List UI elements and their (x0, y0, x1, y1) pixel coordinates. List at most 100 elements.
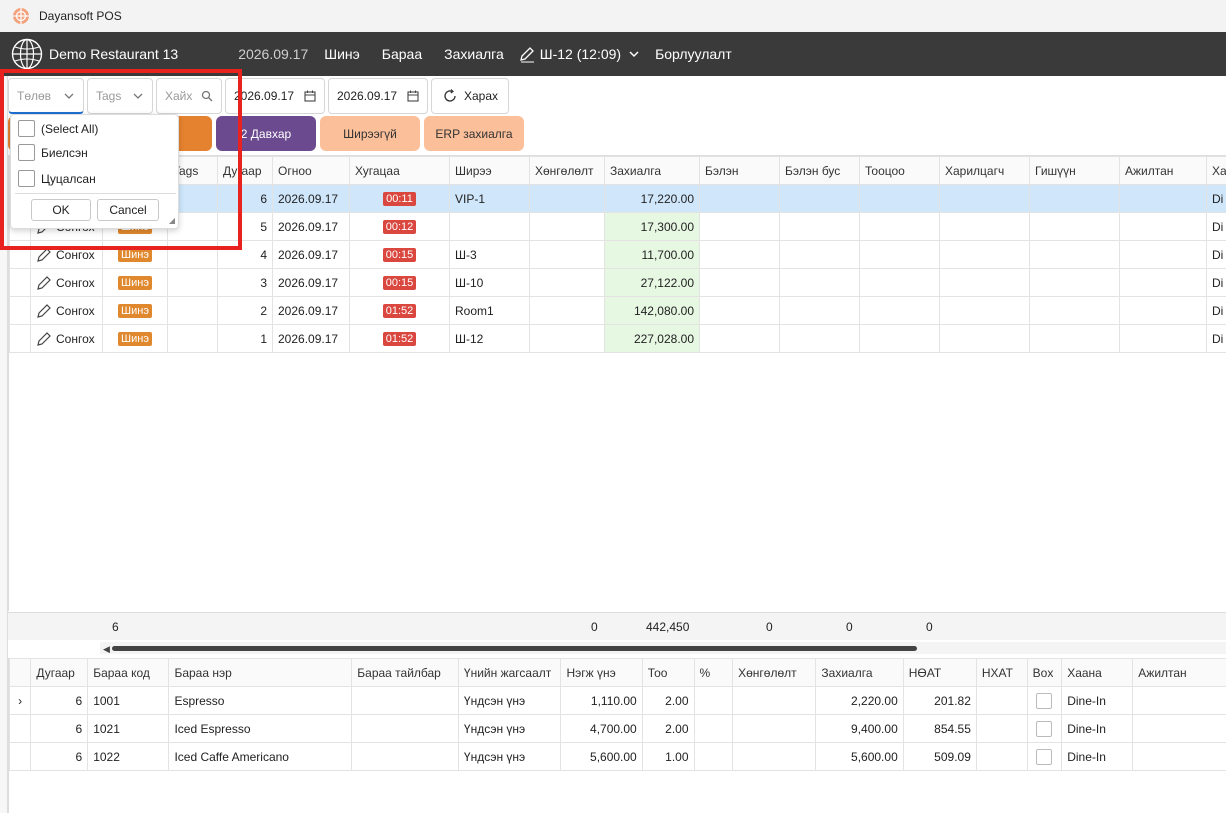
date-to-value: 2026.09.17 (337, 89, 398, 103)
dropdown-divider (15, 193, 176, 194)
col-header-discount[interactable]: Хөнгөлөлт (732, 658, 817, 687)
col-header-price-list[interactable]: Үнийн жагсаалт (457, 658, 562, 687)
calendar-icon[interactable] (407, 90, 419, 102)
order-row[interactable]: Сонгох Шинэ 6 2026.09.17 00:11 VIP-1 17,… (9, 184, 1226, 213)
detail-row[interactable]: 6 1022 Iced Caffe Americano Үндсэн үнэ 5… (9, 742, 1226, 771)
checkbox[interactable] (18, 144, 35, 161)
col-header-noncash[interactable]: Бэлэн бус (779, 156, 860, 185)
status-filter-dropdown: (Select All) Биелсэн Цуцалсан OK Cancel … (10, 114, 179, 229)
col-header-truncated[interactable]: Ха (1206, 156, 1226, 185)
col-header-qty[interactable]: Тоо (641, 658, 695, 687)
category-button-3[interactable]: Ширээгүй (320, 116, 420, 151)
scroll-left-icon[interactable]: ◀ (103, 644, 110, 655)
col-header-number[interactable]: Дугаар (217, 156, 273, 185)
ok-button[interactable]: OK (31, 199, 91, 221)
select-order-link[interactable]: Сонгох (36, 331, 97, 347)
view-button[interactable]: Харах (431, 78, 509, 114)
detail-vat: 509.09 (902, 742, 977, 771)
status-filter[interactable]: Төлөв (8, 78, 84, 114)
category-button-4[interactable]: ERP захиалга (424, 116, 524, 151)
elapsed-time-badge: 00:15 (382, 276, 417, 290)
col-header-cash[interactable]: Бэлэн (699, 156, 780, 185)
col-header-settle[interactable]: Тооцоо (859, 156, 940, 185)
status-badge: Шинэ (118, 248, 152, 262)
col-header-table[interactable]: Ширээ (449, 156, 530, 185)
col-header-order[interactable]: Захиалга (604, 156, 700, 185)
col-header-time[interactable]: Хугацаа (349, 156, 450, 185)
pencil-icon (37, 331, 51, 346)
status-badge: Шинэ (118, 332, 152, 346)
restaurant-name[interactable]: Demo Restaurant 13 (49, 46, 178, 62)
col-header-code[interactable]: Бараа код (87, 658, 170, 687)
col-header-number[interactable]: Дугаар (30, 658, 89, 687)
chevron-down-icon (64, 93, 74, 99)
col-header-date[interactable]: Огноо (272, 156, 350, 185)
order-table: VIP-1 (449, 184, 530, 213)
detail-vat: 854.55 (902, 714, 977, 743)
box-checkbox[interactable] (1036, 720, 1053, 737)
total-cash: 0 (766, 620, 773, 634)
detail-order: 5,600.00 (815, 742, 904, 771)
col-header-staff[interactable]: Ажилтан (1132, 658, 1226, 687)
order-row[interactable]: Сонгох Шинэ 4 2026.09.17 00:15 Ш-3 11,70… (9, 240, 1226, 269)
category-button-2[interactable]: 2 Давхар (216, 116, 316, 151)
left-splitter (0, 76, 8, 813)
detail-where: Dine-In (1061, 714, 1134, 743)
col-header-discount[interactable]: Хөнгөлөлт (529, 156, 605, 185)
order-staff-truncated: Di (1206, 240, 1226, 269)
current-table-selector[interactable]: Ш-12 (12:09) (518, 45, 645, 63)
order-row[interactable]: Сонгох Шинэ 2 2026.09.17 01:52 Room1 142… (9, 296, 1226, 325)
select-order-link[interactable]: Сонгох (36, 275, 97, 291)
nav-new[interactable]: Шинэ (324, 46, 360, 62)
select-order-link[interactable]: Сонгох (36, 247, 97, 263)
globe-icon[interactable] (11, 38, 43, 70)
date-to-picker[interactable]: 2026.09.17 (328, 78, 428, 114)
order-table: Ш-12 (449, 324, 530, 353)
col-header-percent[interactable]: % (693, 658, 734, 687)
detail-number: 6 (30, 742, 89, 771)
cancel-button[interactable]: Cancel (97, 199, 159, 221)
col-header-vat[interactable]: НӨАТ (902, 658, 977, 687)
checkbox[interactable] (18, 170, 35, 187)
option-cancelled[interactable]: Цуцалсан (18, 170, 96, 187)
option-completed[interactable]: Биелсэн (18, 144, 88, 161)
calendar-icon[interactable] (304, 90, 316, 102)
col-header-name[interactable]: Бараа нэр (168, 658, 353, 687)
checkbox[interactable] (18, 120, 35, 137)
search-input[interactable]: Хайх (156, 78, 222, 114)
order-amount: 27,122.00 (604, 268, 700, 297)
tags-filter[interactable]: Tags (87, 78, 153, 114)
elapsed-time-badge: 00:15 (382, 248, 417, 262)
date-from-picker[interactable]: 2026.09.17 (225, 78, 325, 114)
select-order-link[interactable]: Сонгох (36, 303, 97, 319)
order-row[interactable]: Сонгох Шинэ 3 2026.09.17 00:15 Ш-10 27,1… (9, 268, 1226, 297)
option-select-all[interactable]: (Select All) (18, 120, 98, 137)
status-badge: Шинэ (118, 276, 152, 290)
col-header[interactable] (9, 658, 32, 687)
col-header-desc[interactable]: Бараа тайлбар (351, 658, 459, 687)
col-header-box[interactable]: Box (1026, 658, 1063, 687)
pencil-icon (519, 47, 534, 63)
box-checkbox[interactable] (1036, 692, 1053, 709)
order-row[interactable]: Сонгох Шинэ 5 2026.09.17 00:12 17,300.00… (9, 212, 1226, 241)
col-header-order[interactable]: Захиалга (815, 658, 904, 687)
col-header-where[interactable]: Хаана (1061, 658, 1134, 687)
col-header-city-tax[interactable]: НХАТ (975, 658, 1028, 687)
col-header-customer[interactable]: Харилцагч (939, 156, 1030, 185)
total-discount: 0 (591, 620, 598, 634)
nav-sales[interactable]: Борлуулалт (655, 46, 732, 62)
order-date: 2026.09.17 (272, 184, 350, 213)
col-header-staff[interactable]: Ажилтан (1119, 156, 1207, 185)
order-row[interactable]: Сонгох Шинэ 1 2026.09.17 01:52 Ш-12 227,… (9, 324, 1226, 353)
horizontal-scrollbar[interactable]: ◀ (100, 642, 1226, 654)
nav-products[interactable]: Бараа (382, 46, 422, 62)
box-checkbox[interactable] (1036, 748, 1053, 765)
scrollbar-thumb[interactable] (112, 646, 917, 651)
resize-grip-icon[interactable]: ◢ (169, 216, 175, 225)
detail-row[interactable]: 6 1021 Iced Espresso Үндсэн үнэ 4,700.00… (9, 714, 1226, 743)
detail-row[interactable]: › 6 1001 Espresso Үндсэн үнэ 1,110.00 2.… (9, 686, 1226, 715)
nav-orders[interactable]: Захиалга (444, 46, 504, 62)
col-header-member[interactable]: Гишүүн (1029, 156, 1120, 185)
elapsed-time-badge: 00:12 (382, 220, 417, 234)
col-header-unit-price[interactable]: Нэгж үнэ (560, 658, 643, 687)
